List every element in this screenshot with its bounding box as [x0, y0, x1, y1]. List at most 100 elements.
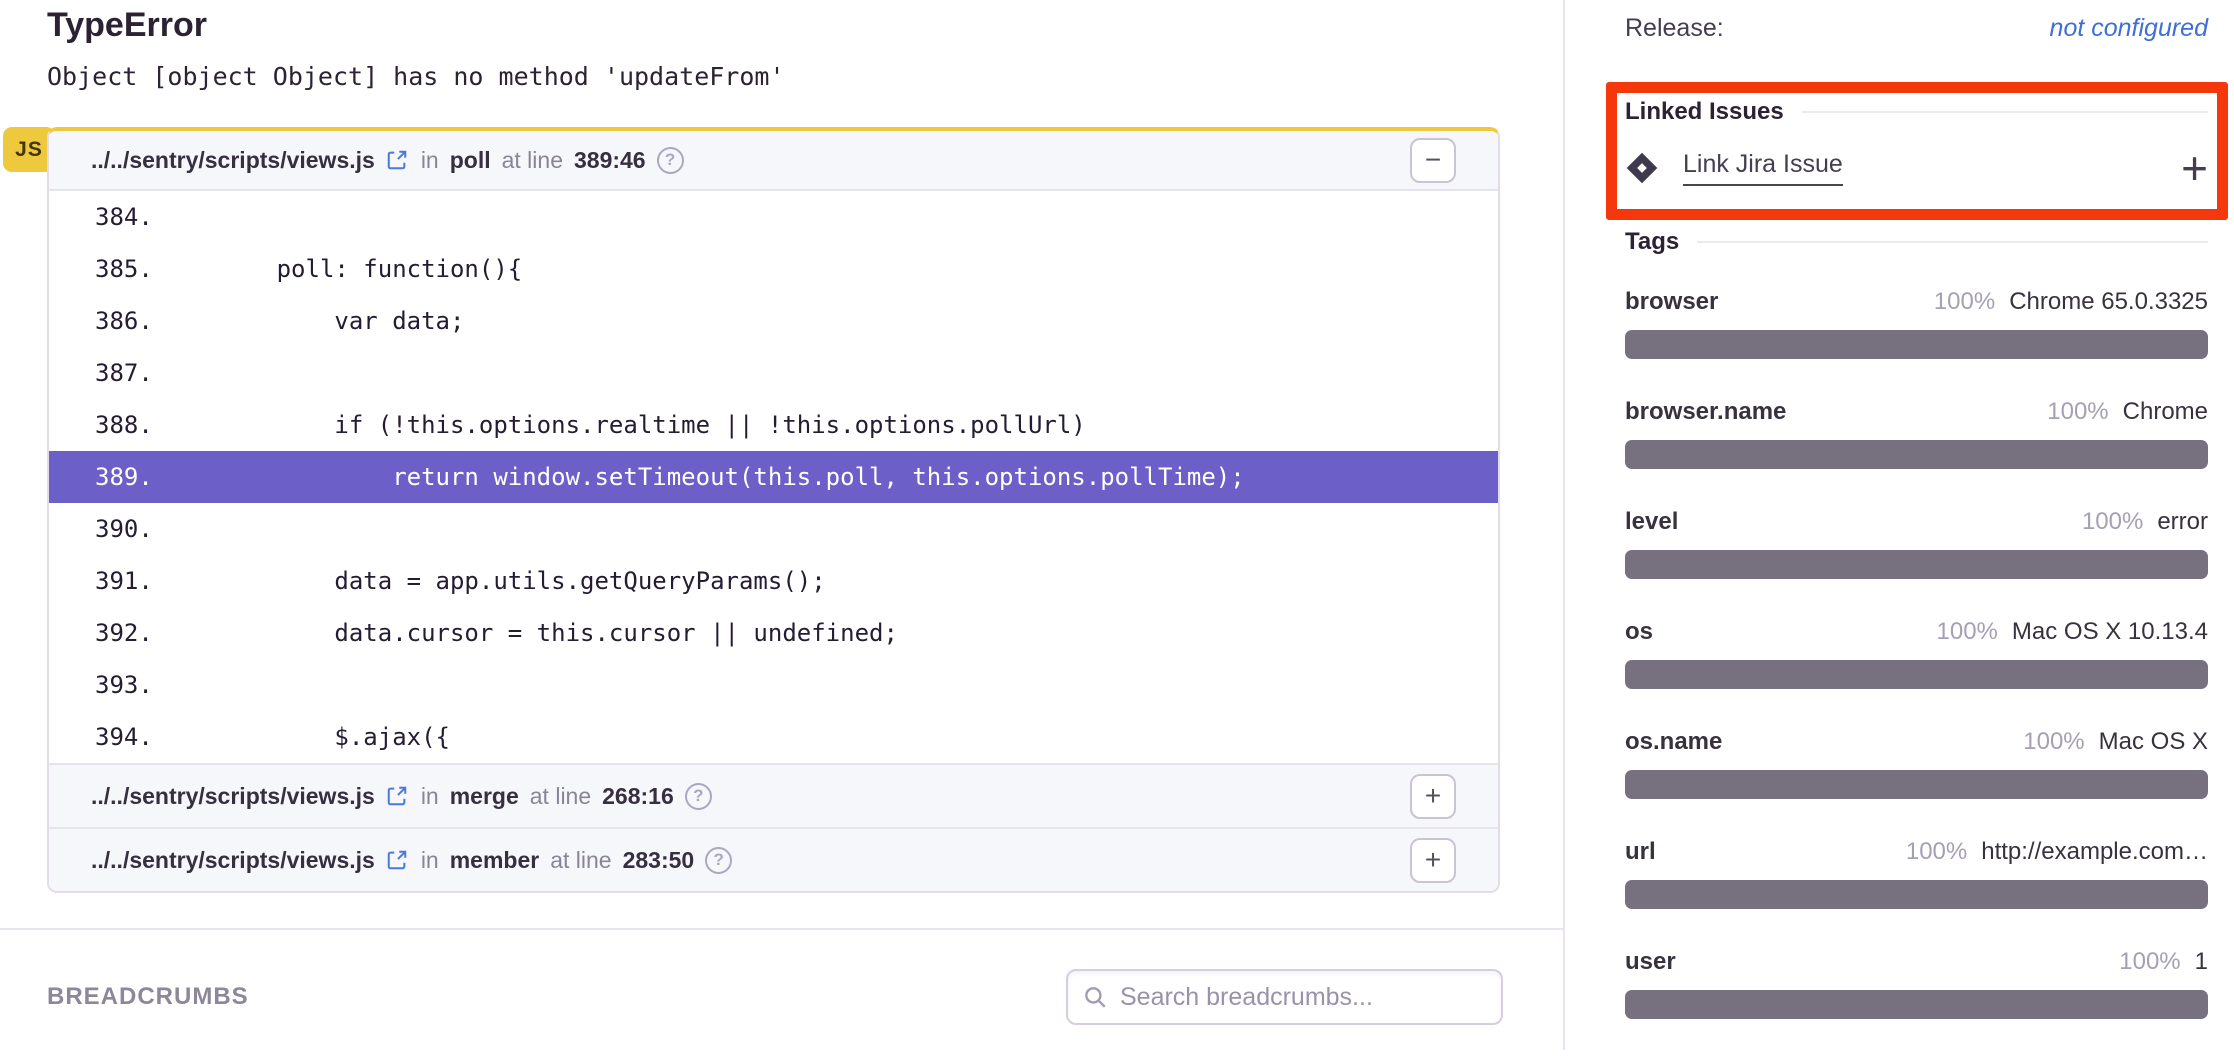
- code-line: 394. $.ajax({: [49, 711, 1498, 763]
- code-line: 391. data = app.utils.getQueryParams();: [49, 555, 1498, 607]
- expand-frame-button[interactable]: +: [1410, 838, 1456, 883]
- code-line: 384.: [49, 191, 1498, 243]
- link-jira-row: Link Jira Issue +: [1625, 150, 2208, 186]
- frame-in-label: in: [421, 847, 439, 874]
- tag-distribution-bar[interactable]: [1625, 660, 2208, 689]
- tag-distribution-bar[interactable]: [1625, 550, 2208, 579]
- tag-row: level 100% error: [1625, 508, 2208, 579]
- tag-line: level 100% error: [1625, 508, 2208, 536]
- stack-frame-header[interactable]: ../../sentry/scripts/views.jsinmemberat …: [49, 827, 1498, 891]
- tag-line: user 100% 1: [1625, 948, 2208, 976]
- linked-issues-title: Linked Issues: [1625, 98, 1784, 126]
- tag-row: os.name 100% Mac OS X: [1625, 728, 2208, 799]
- code-line: 392. data.cursor = this.cursor || undefi…: [49, 607, 1498, 659]
- tag-key: browser.name: [1625, 398, 1786, 426]
- tag-value: 1: [2195, 948, 2208, 976]
- frame-line-number: 389:46: [574, 147, 646, 174]
- section-divider: [0, 928, 1563, 930]
- page-title: TypeError: [47, 6, 207, 45]
- tag-distribution-bar[interactable]: [1625, 770, 2208, 799]
- tag-line: os100%Mac OS X 10.13.4: [1625, 618, 2208, 646]
- tag-row: browser.name 100% Chrome: [1625, 398, 2208, 469]
- help-icon[interactable]: ?: [685, 783, 712, 810]
- tag-distribution-bar[interactable]: [1625, 440, 2208, 469]
- tag-row: user 100% 1: [1625, 948, 2208, 1019]
- code-block: 384.385. poll: function(){386. var data;…: [49, 191, 1498, 763]
- line-number: 384.: [49, 191, 161, 243]
- external-link-icon[interactable]: [386, 785, 408, 807]
- linked-issues-section: Linked Issues Link Jira Issue +: [1625, 98, 2208, 186]
- breadcrumbs-search[interactable]: [1066, 969, 1503, 1025]
- tag-distribution-bar[interactable]: [1625, 880, 2208, 909]
- frame-atline-label: at line: [502, 147, 563, 174]
- release-not-configured-link[interactable]: not configured: [2050, 14, 2208, 43]
- search-input[interactable]: [1118, 982, 1487, 1013]
- release-row: Release: not configured: [1625, 14, 2208, 43]
- frame-function: poll: [450, 147, 491, 174]
- tag-line: browser100%Chrome 65.0.3325: [1625, 288, 2208, 316]
- stack-frame-header[interactable]: ../../sentry/scripts/views.jsinpollat li…: [49, 131, 1498, 191]
- heading-rule: [1802, 111, 2208, 113]
- help-icon[interactable]: ?: [705, 847, 732, 874]
- tag-percent: 100%: [2023, 728, 2084, 756]
- search-icon: [1082, 984, 1108, 1010]
- code-text: $.ajax({: [161, 711, 450, 763]
- line-number: 388.: [49, 399, 161, 451]
- tag-percent: 100%: [2119, 948, 2180, 976]
- tag-value: Mac OS X: [2099, 728, 2208, 756]
- breadcrumbs-heading: BREADCRUMBS: [47, 983, 249, 1011]
- code-text: if (!this.options.realtime || !this.opti…: [161, 399, 1086, 451]
- external-link-icon[interactable]: [386, 149, 408, 171]
- tag-rows: browser100%Chrome 65.0.3325browser.name1…: [1625, 288, 2208, 1019]
- tag-key: level: [1625, 508, 1678, 536]
- tag-distribution-bar[interactable]: [1625, 990, 2208, 1019]
- tag-row: browser100%Chrome 65.0.3325: [1625, 288, 2208, 359]
- tag-percent: 100%: [2047, 398, 2108, 426]
- expand-frame-button[interactable]: +: [1410, 774, 1456, 819]
- tag-percent: 100%: [1937, 618, 1998, 646]
- code-text: var data;: [161, 295, 464, 347]
- code-text: return window.setTimeout(this.poll, this…: [161, 451, 1245, 503]
- tag-line: url100%http://example.com…: [1625, 838, 2208, 866]
- frame-function: member: [450, 847, 539, 874]
- sidebar: Release: not configured Linked Issues Li…: [1563, 0, 2234, 1050]
- line-number: 385.: [49, 243, 161, 295]
- line-number: 392.: [49, 607, 161, 659]
- external-link-icon[interactable]: [386, 849, 408, 871]
- tag-key: os: [1625, 618, 1653, 646]
- code-line: 386. var data;: [49, 295, 1498, 347]
- tag-key: os.name: [1625, 728, 1722, 756]
- tag-row: os100%Mac OS X 10.13.4: [1625, 618, 2208, 689]
- tag-line: os.name 100% Mac OS X: [1625, 728, 2208, 756]
- stack-trace-container: ../../sentry/scripts/views.js in poll at li…: [47, 127, 1500, 893]
- add-linked-issue-button[interactable]: +: [2181, 152, 2208, 184]
- help-icon[interactable]: ?: [657, 147, 684, 174]
- jira-icon: [1625, 151, 1659, 185]
- tag-value: Chrome: [2123, 398, 2208, 426]
- tag-value: error: [2157, 508, 2208, 536]
- code-line: 388. if (!this.options.realtime || !this…: [49, 399, 1498, 451]
- tag-percent: 100%: [2082, 508, 2143, 536]
- line-number: 390.: [49, 503, 161, 555]
- tag-key: user: [1625, 948, 1676, 976]
- heading-rule: [1697, 241, 2208, 243]
- tags-section: Tags browser100%Chrome 65.0.3325browser.…: [1625, 228, 2208, 1058]
- tag-percent: 100%: [1934, 288, 1995, 316]
- frame-line-number: 268:16: [602, 783, 674, 810]
- tag-line: browser.name 100% Chrome: [1625, 398, 2208, 426]
- frame-function: merge: [450, 783, 519, 810]
- tag-key: browser: [1625, 288, 1718, 316]
- tags-title: Tags: [1625, 228, 1679, 256]
- frame-filename: ../../sentry/scripts/views.js: [91, 147, 375, 174]
- event-detail-main: TypeError Object [object Object] has no …: [0, 0, 1563, 1050]
- code-line: 387.: [49, 347, 1498, 399]
- stack-frame-header[interactable]: ../../sentry/scripts/views.jsinmergeat l…: [49, 763, 1498, 827]
- collapse-frame-button[interactable]: −: [1410, 138, 1456, 183]
- line-number: 391.: [49, 555, 161, 607]
- linked-issues-heading: Linked Issues: [1625, 98, 2208, 126]
- frame-line-number: 283:50: [623, 847, 695, 874]
- code-text: data.cursor = this.cursor || undefined;: [161, 607, 898, 659]
- link-jira-issue-link[interactable]: Link Jira Issue: [1683, 150, 1843, 186]
- frame-in-label: in: [421, 783, 439, 810]
- tag-distribution-bar[interactable]: [1625, 330, 2208, 359]
